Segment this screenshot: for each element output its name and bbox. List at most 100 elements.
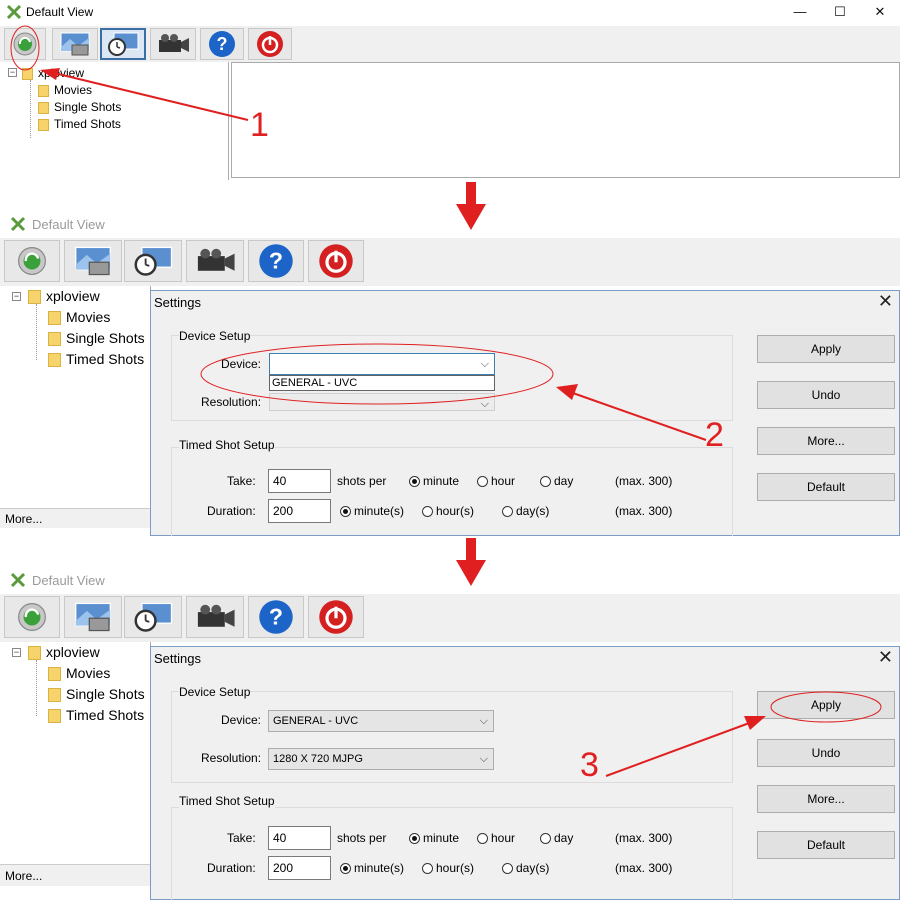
settings-dialog: Settings ✕ Device Setup Device: GENERAL … — [150, 646, 900, 900]
more-bar[interactable]: More... — [0, 508, 150, 528]
folder-icon — [48, 311, 61, 326]
svg-text:?: ? — [217, 34, 228, 54]
radio-icon — [477, 476, 488, 487]
tree-collapse-toggle[interactable]: − — [12, 292, 21, 301]
take-label: Take: — [227, 831, 256, 845]
tree-item-single-shots[interactable]: Single Shots — [48, 686, 145, 703]
panel-step-3: Default View ? − xploview Movies Single … — [0, 562, 900, 900]
help-button[interactable]: ? — [200, 28, 244, 60]
power-icon — [257, 31, 283, 57]
device-option[interactable]: GENERAL - UVC — [272, 377, 357, 389]
take-radio-day[interactable]: day — [540, 831, 573, 845]
exit-button[interactable] — [308, 596, 364, 638]
take-input[interactable]: 40 — [268, 469, 331, 493]
device-setup-label: Device Setup — [179, 329, 251, 343]
help-button[interactable]: ? — [248, 596, 304, 638]
default-button[interactable]: Default — [757, 473, 895, 501]
dialog-close-button[interactable]: ✕ — [878, 647, 893, 668]
timer-photo-icon — [134, 246, 173, 276]
close-button[interactable]: ✕ — [866, 2, 894, 22]
take-radio-hour[interactable]: hour — [477, 831, 515, 845]
take-radio-minute[interactable]: minute — [409, 831, 459, 845]
refresh-gear-icon — [18, 603, 46, 631]
tree-item-timed-shots[interactable]: Timed Shots — [48, 707, 144, 724]
duration-input[interactable]: 200 — [268, 856, 331, 880]
radio-selected-icon — [340, 506, 351, 517]
minimize-button[interactable]: — — [786, 2, 814, 22]
tree-collapse-toggle[interactable]: − — [8, 68, 17, 77]
movie-button[interactable] — [186, 240, 244, 282]
duration-radio-minutes[interactable]: minute(s) — [340, 504, 404, 518]
tree-root[interactable]: xploview — [28, 644, 100, 661]
folder-icon — [28, 290, 41, 305]
duration-input[interactable]: 200 — [268, 499, 331, 523]
refresh-button[interactable] — [4, 240, 60, 282]
undo-button[interactable]: Undo — [757, 381, 895, 409]
movie-button[interactable] — [186, 596, 244, 638]
tree-item-single-shots[interactable]: Single Shots — [38, 100, 121, 114]
panel-step-1: Default View — ☐ ✕ ? − xploview Movies S… — [0, 0, 900, 180]
toolbar: ? — [0, 594, 900, 642]
tree-guide-line — [36, 304, 37, 360]
duration-radio-days[interactable]: day(s) — [502, 861, 549, 875]
device-dropdown-list[interactable]: GENERAL - UVC — [269, 375, 495, 391]
device-select[interactable]: GENERAL - UVC ⌵ — [268, 710, 494, 732]
resolution-select[interactable]: 1280 X 720 MJPG ⌵ — [268, 748, 494, 770]
take-radio-minute[interactable]: minute — [409, 474, 459, 488]
app-logo-icon — [10, 572, 26, 588]
tree-item-movies[interactable]: Movies — [48, 309, 110, 326]
movie-button[interactable] — [150, 28, 196, 60]
help-button[interactable]: ? — [248, 240, 304, 282]
video-camera-icon — [197, 604, 235, 627]
timed-shot-setup-group — [171, 447, 733, 536]
video-camera-icon — [197, 248, 235, 271]
timed-shot-button[interactable] — [124, 240, 182, 282]
duration-radio-hours[interactable]: hour(s) — [422, 504, 474, 518]
duration-label: Duration: — [207, 861, 256, 875]
dialog-close-button[interactable]: ✕ — [878, 291, 893, 312]
tree-collapse-toggle[interactable]: − — [12, 648, 21, 657]
tree-item-movies[interactable]: Movies — [48, 665, 110, 682]
maximize-button[interactable]: ☐ — [826, 2, 854, 22]
tree-item-timed-shots[interactable]: Timed Shots — [38, 117, 121, 131]
duration-radio-minutes[interactable]: minute(s) — [340, 861, 404, 875]
take-radio-day[interactable]: day — [540, 474, 573, 488]
chevron-down-icon: ⌵ — [480, 358, 489, 370]
apply-button[interactable]: Apply — [757, 335, 895, 363]
device-select[interactable]: ⌵ — [269, 353, 495, 375]
more-bar[interactable]: More... — [0, 864, 150, 886]
duration-radio-hours[interactable]: hour(s) — [422, 861, 474, 875]
title-bar: Default View — ☐ ✕ — [0, 0, 900, 24]
take-radio-hour[interactable]: hour — [477, 474, 515, 488]
exit-button[interactable] — [308, 240, 364, 282]
undo-button[interactable]: Undo — [757, 739, 895, 767]
title-bar: Default View — [0, 210, 900, 238]
more-button[interactable]: More... — [757, 427, 895, 455]
tree-item-movies[interactable]: Movies — [38, 83, 92, 97]
tree-root[interactable]: xploview — [22, 66, 84, 80]
refresh-button[interactable] — [4, 28, 46, 60]
refresh-button[interactable] — [4, 596, 60, 638]
single-shot-button[interactable] — [64, 596, 122, 638]
exit-button[interactable] — [248, 28, 292, 60]
dialog-title: Settings — [154, 295, 201, 310]
resolution-select[interactable]: ⌵ — [269, 393, 495, 411]
default-button[interactable]: Default — [757, 831, 895, 859]
step-number-2: 2 — [705, 416, 724, 454]
timed-shot-button[interactable] — [100, 28, 146, 60]
duration-radio-days[interactable]: day(s) — [502, 504, 549, 518]
tree-item-timed-shots[interactable]: Timed Shots — [48, 351, 144, 368]
apply-button[interactable]: Apply — [757, 691, 895, 719]
folder-icon — [48, 353, 61, 368]
take-input[interactable]: 40 — [268, 826, 331, 850]
timed-shot-button[interactable] — [124, 596, 182, 638]
tree-item-single-shots[interactable]: Single Shots — [48, 330, 145, 347]
timed-shot-setup-label: Timed Shot Setup — [179, 438, 275, 452]
help-icon: ? — [259, 244, 293, 278]
single-shot-button[interactable] — [52, 28, 98, 60]
refresh-gear-icon — [13, 32, 37, 56]
svg-text:?: ? — [269, 248, 283, 274]
single-shot-button[interactable] — [64, 240, 122, 282]
more-button[interactable]: More... — [757, 785, 895, 813]
tree-root[interactable]: xploview — [28, 288, 100, 305]
